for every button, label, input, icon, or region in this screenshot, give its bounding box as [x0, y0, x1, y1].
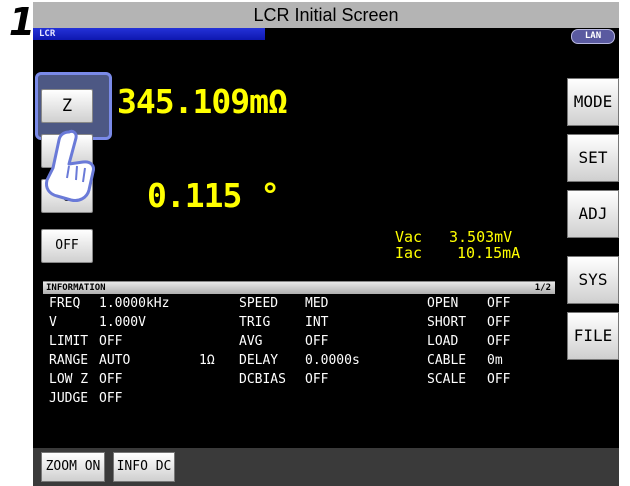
set-button[interactable]: SET: [567, 134, 619, 182]
sys-button[interactable]: SYS: [567, 256, 619, 304]
info-cell: OFF: [99, 391, 123, 406]
info-cell: DELAY: [239, 353, 279, 368]
mode-button[interactable]: MODE: [567, 78, 619, 126]
info-cell: 0.0000s: [305, 353, 360, 368]
instrument-screen: LCR LAN Z θ OFF 345.109mΩ 0.115 ° Vac 3.…: [33, 28, 619, 486]
info-cell: INT: [305, 315, 329, 330]
info-title: INFORMATION: [46, 283, 106, 293]
info-cell: OFF: [487, 296, 511, 311]
file-button[interactable]: FILE: [567, 312, 619, 360]
info-dc-button[interactable]: INFO DC: [113, 452, 175, 482]
mode-tag: LCR: [33, 28, 265, 40]
primary-value: 345.109mΩ: [117, 82, 288, 121]
info-cell: OFF: [99, 334, 123, 349]
info-cell: DCBIAS: [239, 372, 286, 387]
info-cell: SPEED: [239, 296, 279, 311]
info-cell: OPEN: [427, 296, 459, 311]
info-cell: 1.0000kHz: [99, 296, 170, 311]
iac-value: 10.15mA: [457, 244, 521, 262]
lan-badge: LAN: [571, 29, 615, 44]
info-cell: AUTO: [99, 353, 131, 368]
information-panel: INFORMATION 1/2 FREQ 1.0000kHz SPEED MED OPE…: [43, 281, 555, 446]
info-cell: AVG: [239, 334, 263, 349]
info-cell: CABLE: [427, 353, 467, 368]
info-cell: OFF: [99, 372, 123, 387]
info-cell: 0m: [487, 353, 503, 368]
adj-button[interactable]: ADJ: [567, 190, 619, 238]
info-cell: LOW Z: [49, 372, 89, 387]
param-off-button[interactable]: OFF: [41, 229, 93, 263]
info-cell: MED: [305, 296, 329, 311]
info-cell: SCALE: [427, 372, 467, 387]
info-cell: OFF: [487, 334, 511, 349]
info-cell: SHORT: [427, 315, 467, 330]
pointing-hand-icon: [45, 129, 95, 202]
param-z-button[interactable]: Z: [41, 89, 93, 123]
info-cell: FREQ: [49, 296, 81, 311]
info-cell: 1.000V: [99, 315, 146, 330]
info-cell: RANGE: [49, 353, 89, 368]
info-cell: JUDGE: [49, 391, 89, 406]
info-cell: LIMIT: [49, 334, 89, 349]
info-cell: 1Ω: [199, 353, 215, 368]
info-header: INFORMATION 1/2: [43, 282, 555, 294]
info-cell: V: [49, 315, 57, 330]
secondary-value: 0.115 °: [147, 176, 280, 215]
iac-label: Iac: [395, 244, 423, 262]
info-cell: OFF: [305, 334, 329, 349]
info-cell: LOAD: [427, 334, 459, 349]
monitor-iac: Iac 10.15mA: [395, 244, 520, 262]
info-cell: OFF: [487, 372, 511, 387]
info-page: 1/2: [534, 283, 551, 293]
info-cell: OFF: [487, 315, 511, 330]
zoom-on-button[interactable]: ZOOM ON: [41, 452, 105, 482]
screen-title: LCR Initial Screen: [33, 2, 619, 28]
info-cell: TRIG: [239, 315, 271, 330]
info-cell: OFF: [305, 372, 329, 387]
